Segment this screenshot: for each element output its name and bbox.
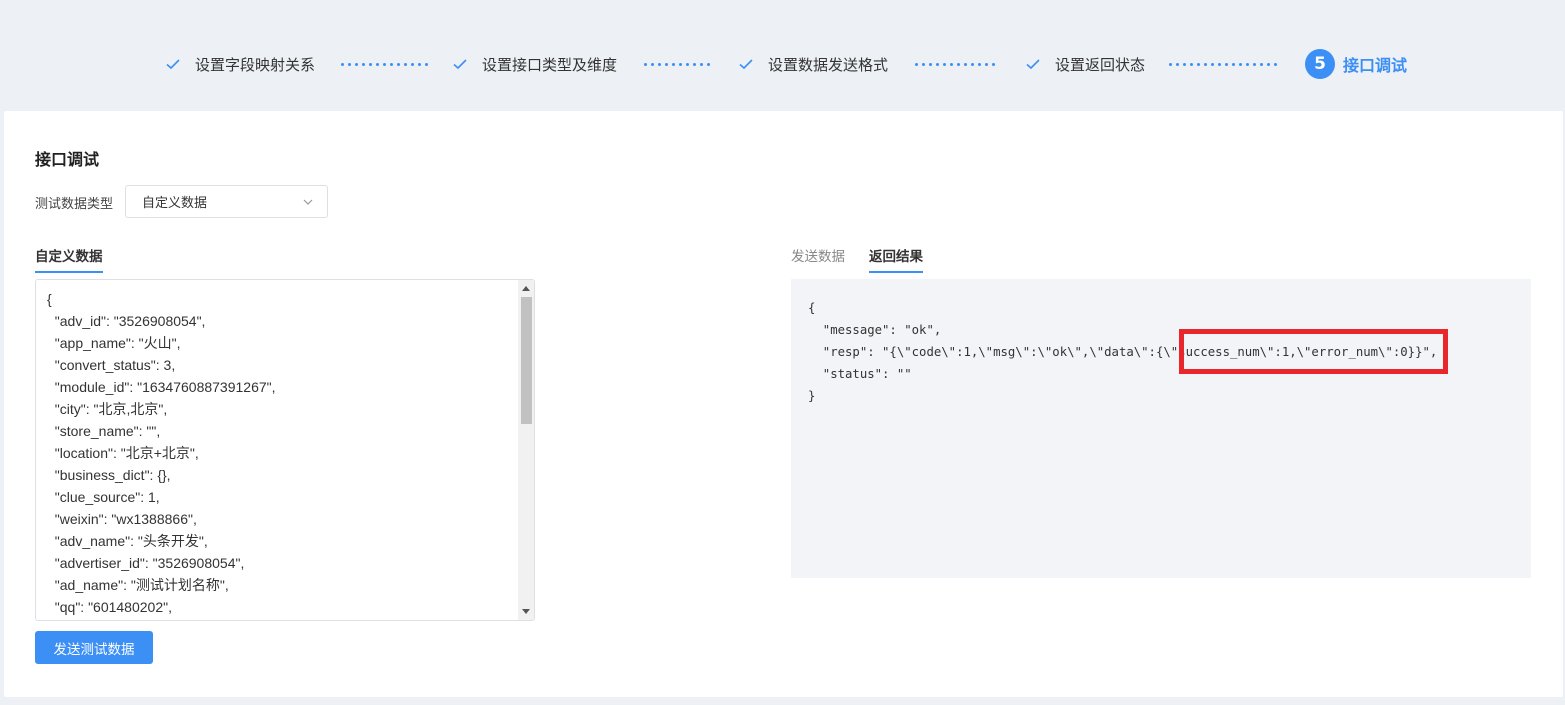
step-field-mapping: 设置字段映射关系 [165,44,315,84]
step-label: 接口调试 [1343,58,1408,75]
result-panel: { "message": "ok", "resp": "{\"code\":1,… [791,279,1531,578]
scroll-up-icon[interactable] [522,286,530,291]
step-data-format: 设置数据发送格式 [738,44,888,84]
step-return-status: 设置返回状态 [1025,44,1145,84]
test-type-label: 测试数据类型 [35,196,114,211]
tab-return-result[interactable]: 返回结果 [869,245,923,273]
step-connector [1169,63,1277,67]
step-label: 设置接口类型及维度 [482,56,618,74]
custom-data-text[interactable]: { "adv_id": "3526908054", "app_name": "火… [47,288,512,618]
check-icon [166,59,180,70]
step-label: 设置数据发送格式 [768,56,889,74]
editor-scrollbar[interactable] [518,280,534,620]
step-interface-type: 设置接口类型及维度 [452,44,617,84]
check-icon [739,59,753,70]
tab-custom-data[interactable]: 自定义数据 [35,245,103,273]
chevron-down-icon [303,199,313,205]
step-number: 5 [1305,49,1335,79]
step-interface-debug: 5 接口调试 [1305,44,1407,84]
result-tabs: 发送数据 返回结果 [791,245,923,273]
test-type-select[interactable]: 自定义数据 [125,185,328,218]
step-connector [341,63,428,67]
debug-card: 接口调试 测试数据类型 自定义数据 自定义数据 发送数据 返回结果 { "adv… [4,111,1563,697]
send-test-data-button[interactable]: 发送测试数据 [35,631,153,664]
test-type-value: 自定义数据 [142,195,208,210]
step-connector [644,63,710,67]
steps-bar: 设置字段映射关系 设置接口类型及维度 设置数据发送格式 设置返回状态 5 接口调… [0,44,1565,84]
page-title: 接口调试 [35,152,100,169]
step-label: 设置返回状态 [1055,56,1146,74]
highlight-annotation [1179,329,1448,374]
step-connector [915,63,995,67]
scroll-down-icon[interactable] [522,609,530,614]
step-label: 设置字段映射关系 [195,56,316,74]
check-icon [1026,59,1040,70]
tab-send-data[interactable]: 发送数据 [791,245,845,273]
custom-data-editor[interactable]: { "adv_id": "3526908054", "app_name": "火… [35,279,535,621]
check-icon [453,59,467,70]
scroll-thumb[interactable] [521,297,532,424]
